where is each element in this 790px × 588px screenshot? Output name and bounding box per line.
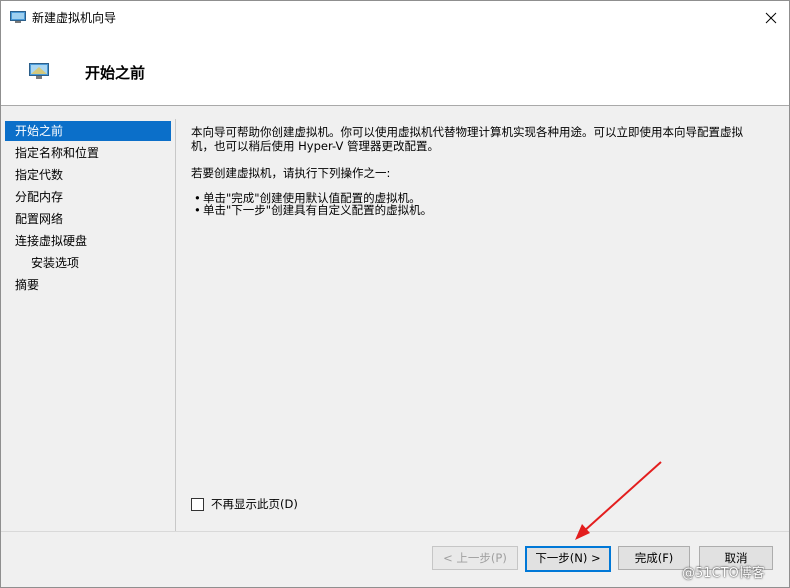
nav-item-summary[interactable]: 摘要 bbox=[5, 275, 39, 295]
list-item: 单击"下一步"创建具有自定义配置的虚拟机。 bbox=[191, 204, 777, 216]
intro-text-line1: 本向导可帮助你创建虚拟机。你可以使用虚拟机代替物理计算机实现各种用途。可以立即使… bbox=[191, 125, 743, 139]
close-icon bbox=[765, 12, 777, 24]
finish-button[interactable]: 完成(F) bbox=[618, 546, 690, 570]
page-title: 开始之前 bbox=[85, 64, 146, 82]
watermark: @51CTO博客 bbox=[682, 566, 765, 581]
window-title: 新建虚拟机向导 bbox=[32, 11, 117, 25]
nav-item-virtual-disk[interactable]: 连接虚拟硬盘 bbox=[5, 231, 87, 251]
nav-item-network[interactable]: 配置网络 bbox=[5, 209, 63, 229]
intro-text-line2: 机，也可以稍后使用 Hyper-V 管理器更改配置。 bbox=[191, 139, 439, 153]
skip-page-option[interactable]: 不再显示此页(D) bbox=[191, 496, 298, 512]
wizard-content: 本向导可帮助你创建虚拟机。你可以使用虚拟机代替物理计算机实现各种用途。可以立即使… bbox=[191, 125, 777, 216]
title-bar: 新建虚拟机向导 bbox=[1, 1, 789, 35]
skip-page-checkbox[interactable] bbox=[191, 497, 204, 511]
nav-item-install-options[interactable]: 安装选项 bbox=[5, 253, 79, 273]
monitor-icon bbox=[29, 63, 49, 79]
close-button[interactable] bbox=[753, 1, 789, 35]
skip-page-label[interactable]: 不再显示此页(D) bbox=[211, 496, 298, 512]
nav-item-before-you-begin[interactable]: 开始之前 bbox=[5, 121, 171, 141]
nav-item-name-location[interactable]: 指定名称和位置 bbox=[5, 143, 99, 163]
wizard-nav: 开始之前 指定名称和位置 指定代数 分配内存 配置网络 连接虚拟硬盘 安装选项 … bbox=[1, 119, 176, 531]
wizard-header: 开始之前 bbox=[1, 35, 789, 106]
monitor-icon bbox=[10, 11, 26, 23]
nav-item-generation[interactable]: 指定代数 bbox=[5, 165, 63, 185]
option-list: 单击"完成"创建使用默认值配置的虚拟机。 单击"下一步"创建具有自定义配置的虚拟… bbox=[191, 192, 777, 216]
wizard-window: 新建虚拟机向导 开始之前 开始之前 指定名称和位置 指定代数 分配内存 配置网络… bbox=[0, 0, 790, 588]
previous-button[interactable]: < 上一步(P) bbox=[432, 546, 518, 570]
next-button[interactable]: 下一步(N) > bbox=[525, 546, 611, 572]
nav-item-memory[interactable]: 分配内存 bbox=[5, 187, 63, 207]
footer-divider bbox=[1, 531, 789, 532]
prompt-text: 若要创建虚拟机，请执行下列操作之一: bbox=[191, 166, 391, 180]
